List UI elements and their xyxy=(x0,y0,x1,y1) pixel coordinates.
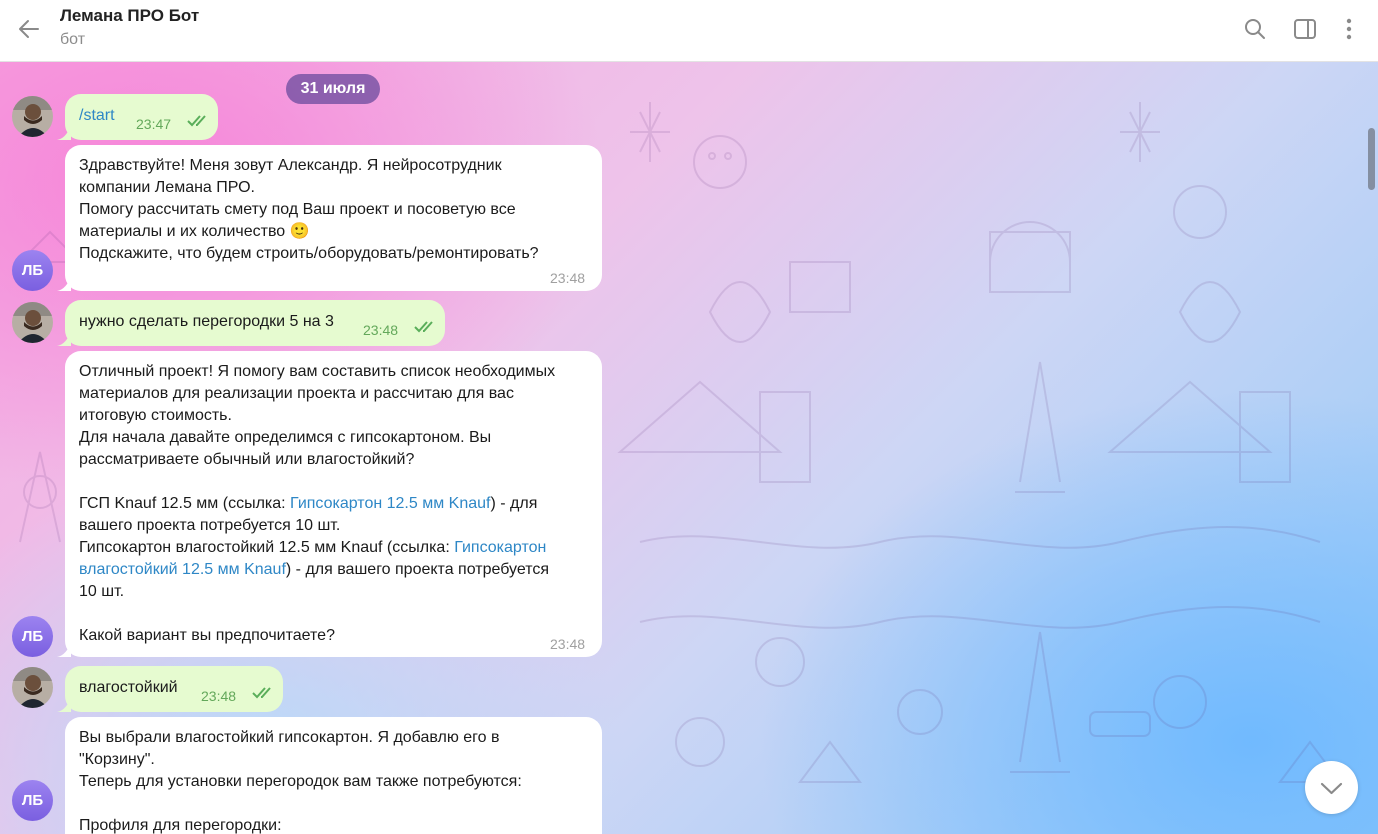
bot-avatar[interactable]: ЛБ xyxy=(12,250,53,291)
bubble-tail xyxy=(57,641,71,657)
message-text-segment: Гипсокартон влагостойкий 12.5 мм Knauf (… xyxy=(79,539,455,556)
message-time: 23:48 xyxy=(550,636,586,652)
chat-title[interactable]: Лемана ПРО Бот xyxy=(60,6,199,26)
back-arrow-icon[interactable] xyxy=(16,16,42,42)
message-time: 23:48 xyxy=(550,270,586,286)
message-bubble-incoming[interactable]: Вы выбрали влагостойкий гипсокартон. Я д… xyxy=(65,717,602,834)
message-text-line: рассматриваете обычный или влагостойкий? xyxy=(79,451,415,468)
bubble-tail xyxy=(57,696,71,712)
chat-scrollbar[interactable] xyxy=(1368,128,1375,190)
message-text-line: 10 шт. xyxy=(79,583,125,600)
message-text-line: материалы и их количество xyxy=(79,223,286,240)
scroll-to-bottom-button[interactable] xyxy=(1305,761,1358,814)
user-avatar-photo xyxy=(12,302,53,343)
message-text-segment: ГСП Knauf 12.5 мм (ссылка: xyxy=(79,495,291,512)
message-bubble-outgoing[interactable]: /start 23:47 xyxy=(57,94,218,140)
user-avatar[interactable] xyxy=(12,96,53,137)
bubble-tail xyxy=(57,124,71,140)
message-text: нужно сделать перегородки 5 на 3 xyxy=(79,313,334,330)
message-text-line: итоговую стоимость. xyxy=(79,407,232,424)
message-text-line: Здравствуйте! Меня зовут Александр. Я не… xyxy=(79,157,502,174)
message-text-line: "Корзину". xyxy=(79,751,155,768)
message-time: 23:48 xyxy=(363,322,399,338)
message-command-text[interactable]: /start xyxy=(79,105,115,127)
product-link-gypsum[interactable]: Гипсокартон 12.5 мм Knauf xyxy=(290,495,490,512)
message-text-segment: ) - для вашего проекта потребуется xyxy=(285,561,550,578)
user-avatar[interactable] xyxy=(12,667,53,708)
bot-avatar[interactable]: ЛБ xyxy=(12,780,53,821)
chat-background[interactable]: 31 июля /start 23:47 ЛБ Здравствуйте! Ме… xyxy=(0,62,1378,834)
bot-avatar[interactable]: ЛБ xyxy=(12,616,53,657)
double-check-icon xyxy=(414,321,433,333)
message-text-line: Помогу рассчитать смету под Ваш проект и… xyxy=(79,201,516,218)
message-text: влагостойкий xyxy=(79,679,178,696)
product-link-moisture-gypsum[interactable]: Гипсокартон xyxy=(454,539,546,556)
more-vertical-icon[interactable] xyxy=(1337,17,1361,41)
bubble-tail xyxy=(57,275,71,291)
message-text-line: материалов для реализации проекта и расс… xyxy=(79,385,514,402)
message-bubble-incoming[interactable]: Здравствуйте! Меня зовут Александр. Я не… xyxy=(57,145,602,291)
product-link-moisture-gypsum[interactable]: влагостойкий 12.5 мм Knauf xyxy=(79,561,286,578)
message-time: 23:47 xyxy=(136,116,172,132)
message-text-line: Вы выбрали влагостойкий гипсокартон. Я д… xyxy=(79,729,500,746)
user-avatar[interactable] xyxy=(12,302,53,343)
chat-subtitle: бот xyxy=(60,31,86,48)
message-time: 23:48 xyxy=(201,688,237,704)
message-text-line: Теперь для установки перегородок вам так… xyxy=(79,773,522,790)
message-bubble-incoming[interactable]: Отличный проект! Я помогу вам составить … xyxy=(57,351,602,657)
date-separator: 31 июля xyxy=(286,74,380,104)
double-check-icon xyxy=(187,115,206,127)
chat-header: Лемана ПРО Бот бот xyxy=(0,0,1378,62)
search-icon[interactable] xyxy=(1243,17,1267,41)
message-text-line: Подскажите, что будем строить/оборудоват… xyxy=(79,245,539,262)
message-text-line: Какой вариант вы предпочитаете? xyxy=(79,627,335,644)
bubble-tail xyxy=(57,330,71,346)
user-avatar-photo xyxy=(12,96,53,137)
blank-line: ​ xyxy=(79,603,555,625)
double-check-icon xyxy=(252,687,271,699)
message-text-line: Для начала давайте определимся с гипсока… xyxy=(79,429,492,446)
blank-line: ​ xyxy=(79,793,522,815)
smile-emoji: 🙂 xyxy=(289,223,310,240)
blank-line: ​ xyxy=(79,471,555,493)
message-bubble-outgoing[interactable]: нужно сделать перегородки 5 на 3 23:48 xyxy=(57,300,445,346)
user-avatar-photo xyxy=(12,667,53,708)
message-bubble-outgoing[interactable]: влагостойкий 23:48 xyxy=(57,666,283,712)
message-text-line: вашего проекта потребуется 10 шт. xyxy=(79,517,341,534)
message-text-line: Отличный проект! Я помогу вам составить … xyxy=(79,363,556,380)
message-text-line: компании Лемана ПРО. xyxy=(79,179,255,196)
chevron-down-icon xyxy=(1320,782,1343,795)
message-text-segment: ) - для xyxy=(490,495,538,512)
message-text-line: Профиля для перегородки: xyxy=(79,817,282,834)
sidebar-toggle-icon[interactable] xyxy=(1293,17,1317,41)
